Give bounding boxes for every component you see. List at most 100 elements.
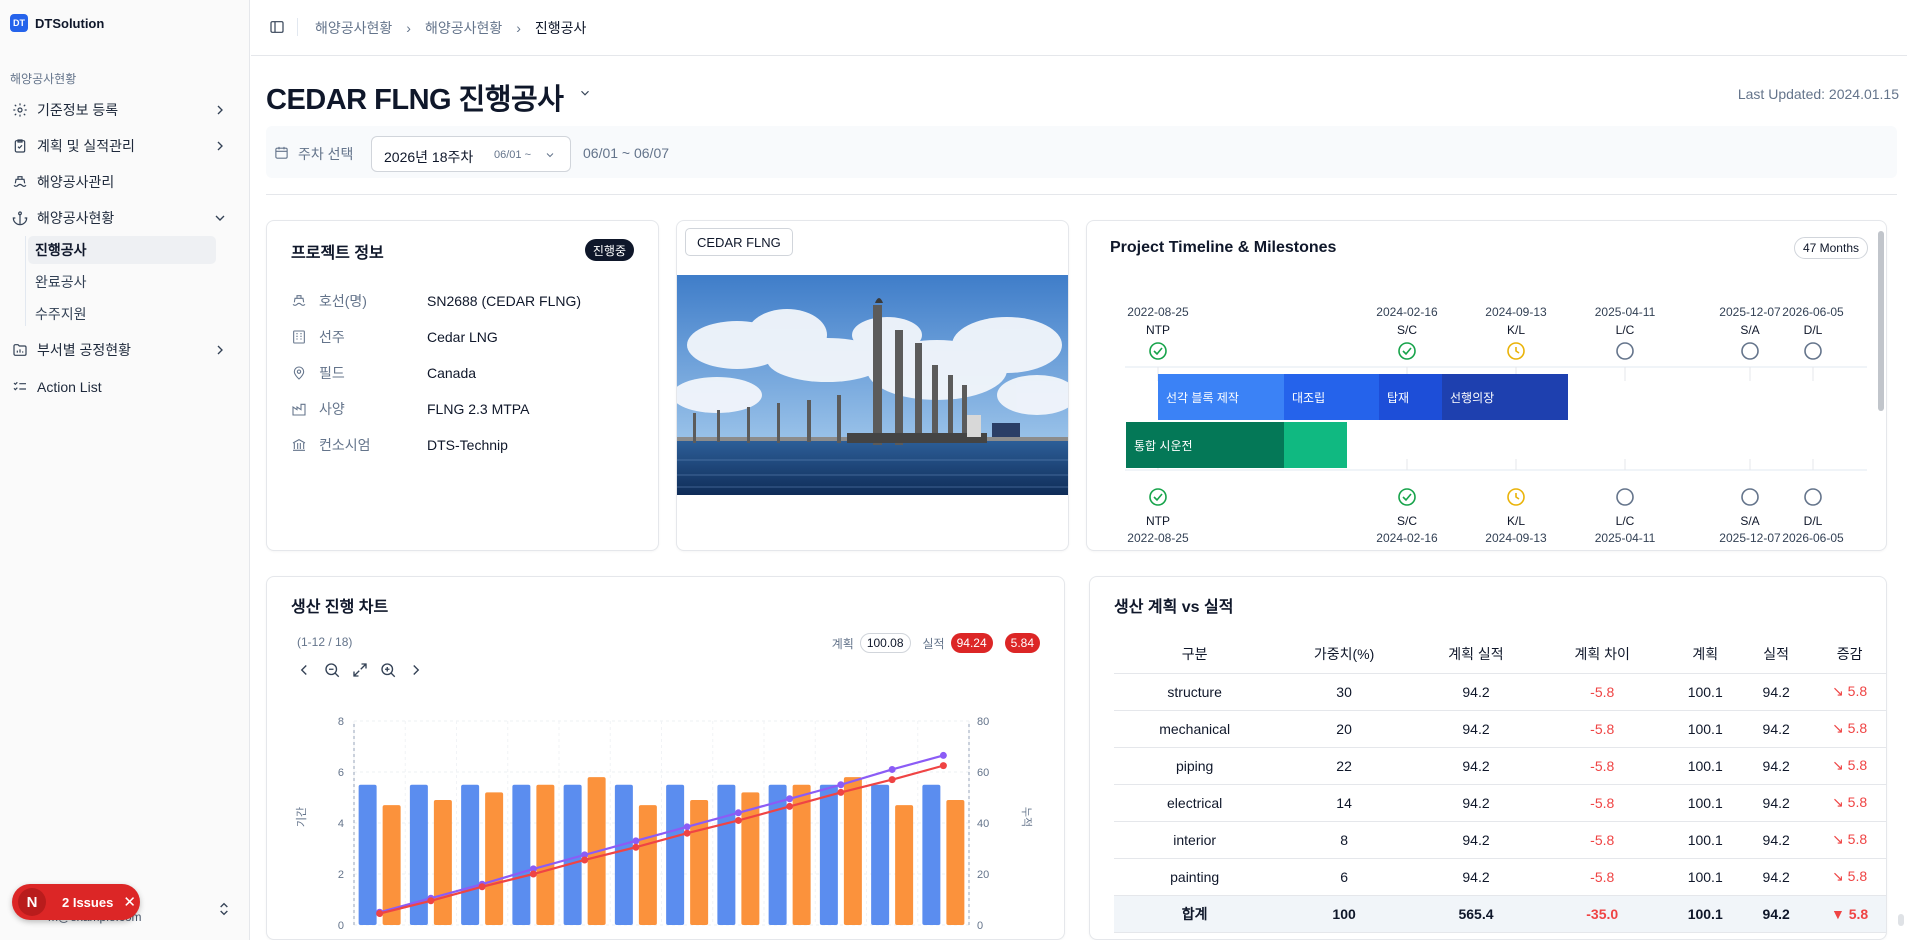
milestone-pending-icon xyxy=(1741,342,1759,360)
milestone-pending-icon xyxy=(1741,488,1759,506)
table-row[interactable]: interior 8 94.2 -5.8 100.1 94.2 ↘ 5.8 xyxy=(1114,821,1886,859)
y-tick-label: 2 xyxy=(338,869,344,881)
table-total-row[interactable]: 합계 100 565.4 -35.0 100.1 94.2 ▼ 5.8 xyxy=(1114,895,1886,933)
line-point xyxy=(888,776,896,784)
milestone-done-icon xyxy=(1398,342,1416,360)
bar xyxy=(922,784,941,925)
sidebar-item-marine-status[interactable]: 해양공사현황 xyxy=(8,203,236,233)
submenu-guide-line xyxy=(25,236,26,326)
card-title: 생산 계획 vs 실적 xyxy=(1114,599,1234,616)
table-cell: piping xyxy=(1114,747,1276,785)
chevron-right-icon xyxy=(217,345,223,355)
table-cell: 100.1 xyxy=(1665,895,1746,933)
milestone-done-icon xyxy=(1149,488,1167,506)
breadcrumb-item[interactable]: 해양공사현황 xyxy=(425,18,502,38)
table-cell: 94.2 xyxy=(1745,895,1808,933)
production-chart-card: 생산 진행 차트 (1-12 / 18) 계획 100.08 실적 94.24 … xyxy=(266,576,1065,940)
sidebar-item-plan-actual[interactable]: 계획 및 실적관리 xyxy=(8,131,236,161)
table-cell: 94.2 xyxy=(1412,821,1540,859)
close-icon[interactable]: ✕ xyxy=(123,893,136,911)
issues-initial: N xyxy=(18,888,46,916)
info-label: 사양 xyxy=(319,401,345,417)
table-cell: 100.1 xyxy=(1665,821,1746,859)
table-cell: 100.1 xyxy=(1665,673,1746,711)
y-axis-title: 기간 xyxy=(295,807,308,827)
table-row[interactable]: structure 30 94.2 -5.8 100.1 94.2 ↘ 5.8 xyxy=(1114,673,1886,711)
table-row[interactable]: electrical 14 94.2 -5.8 100.1 94.2 ↘ 5.8 xyxy=(1114,784,1886,822)
issues-badge[interactable]: N 2 Issues ✕ xyxy=(12,884,140,920)
milestone-date: 2025-12-07 xyxy=(1719,531,1781,545)
sidebar-group-label: 해양공사현황 xyxy=(10,72,77,86)
sidebar-item-dept-progress[interactable]: 부서별 공정현황 xyxy=(8,335,236,365)
milestone-date: 2024-02-16 xyxy=(1376,531,1438,545)
sidebar-subitem-bid-support[interactable]: 수주지원 xyxy=(28,300,216,328)
info-value: Cedar LNG xyxy=(427,329,498,345)
column-header: 계획 실적 xyxy=(1412,635,1540,674)
milestone-date: 2026-06-05 xyxy=(1782,531,1844,545)
table-cell: 100.1 xyxy=(1665,858,1746,896)
table-cell: -35.0 xyxy=(1539,895,1666,933)
table-row[interactable]: piping 22 94.2 -5.8 100.1 94.2 ↘ 5.8 xyxy=(1114,747,1886,785)
info-row-hull: 호선(명) SN2688 (CEDAR FLNG) xyxy=(291,290,581,312)
table-cell: ↘ 5.8 xyxy=(1807,710,1886,748)
chevron-right-icon: › xyxy=(406,20,411,36)
scrollbar[interactable] xyxy=(1898,914,1904,926)
divider xyxy=(297,18,298,36)
bar xyxy=(666,784,685,925)
column-header: 증감 xyxy=(1807,635,1886,674)
table-cell: 94.2 xyxy=(1745,784,1808,822)
y-tick-label: 8 xyxy=(338,716,344,728)
sidebar-item-marine-mgmt[interactable]: 해양공사관리 xyxy=(8,167,236,197)
milestone-date: 2024-09-13 xyxy=(1485,531,1547,545)
table-cell: 94.2 xyxy=(1745,673,1808,711)
info-label: 선주 xyxy=(319,329,345,345)
milestone-done-icon xyxy=(1149,342,1167,360)
table-cell: -5.8 xyxy=(1539,784,1666,822)
info-row-spec: 사양 FLNG 2.3 MTPA xyxy=(291,398,529,420)
y2-tick-label: 0 xyxy=(977,920,983,932)
line-point xyxy=(734,809,742,817)
sidebar-item-action-list[interactable]: Action List xyxy=(8,372,236,402)
table-cell: 30 xyxy=(1275,673,1413,711)
table-cell: painting xyxy=(1114,858,1276,896)
line-point xyxy=(529,870,537,878)
brand[interactable]: DT DTSolution xyxy=(10,14,104,32)
brand-logo: DT xyxy=(10,14,28,32)
info-row-field: 필드 Canada xyxy=(291,362,476,384)
milestone-code: S/C xyxy=(1397,514,1417,528)
chevron-down-icon xyxy=(215,215,225,221)
sidebar-item-label: 해양공사현황 xyxy=(37,210,115,226)
milestone-date: 2025-04-11 xyxy=(1595,531,1656,545)
table-row[interactable]: mechanical 20 94.2 -5.8 100.1 94.2 ↘ 5.8 xyxy=(1114,710,1886,748)
issues-label: 2 Issues xyxy=(62,894,114,910)
y-tick-label: 6 xyxy=(338,767,344,779)
bank-icon xyxy=(292,439,306,451)
week-filter-bar: 주차 선택 2026년 18주차 06/01 ~ 06/01 ~ 06/07 xyxy=(266,126,1897,178)
column-header: 계획 차이 xyxy=(1539,635,1666,674)
table-cell: 합계 xyxy=(1114,895,1276,933)
scrollbar[interactable] xyxy=(1878,231,1884,411)
milestone-date: 2024-02-16 xyxy=(1376,305,1438,319)
phase-label: 탑재 xyxy=(1387,391,1409,405)
milestone-code: L/C xyxy=(1616,323,1635,337)
sidebar-subitem-completed[interactable]: 완료공사 xyxy=(28,268,216,296)
milestone-date: 2022-08-25 xyxy=(1127,531,1189,545)
week-date-range: 06/01 ~ 06/07 xyxy=(583,145,670,161)
chevron-down-icon[interactable] xyxy=(578,86,592,100)
sidebar-item-label: 기준정보 등록 xyxy=(37,102,119,118)
sidebar: DT DTSolution 해양공사현황 기준정보 등록 계획 및 실적관리 해… xyxy=(0,0,250,940)
milestone-date: 2026-06-05 xyxy=(1782,305,1844,319)
table-row[interactable]: painting 6 94.2 -5.8 100.1 94.2 ↘ 5.8 xyxy=(1114,858,1886,896)
y2-tick-label: 80 xyxy=(977,716,989,728)
table-cell: -5.8 xyxy=(1539,747,1666,785)
chevrons-up-down-icon[interactable] xyxy=(216,900,232,918)
column-header: 가중치(%) xyxy=(1275,635,1413,674)
line-point xyxy=(632,843,640,851)
sidebar-toggle-icon[interactable] xyxy=(269,19,285,35)
table-cell: ↘ 5.8 xyxy=(1807,858,1886,896)
sidebar-item-master-data[interactable]: 기준정보 등록 xyxy=(8,95,236,125)
line-point xyxy=(939,751,947,759)
sidebar-subitem-ongoing[interactable]: 진행공사 xyxy=(28,236,216,264)
week-select[interactable]: 2026년 18주차 06/01 ~ xyxy=(371,136,571,172)
breadcrumb-item[interactable]: 해양공사현황 xyxy=(315,18,392,38)
